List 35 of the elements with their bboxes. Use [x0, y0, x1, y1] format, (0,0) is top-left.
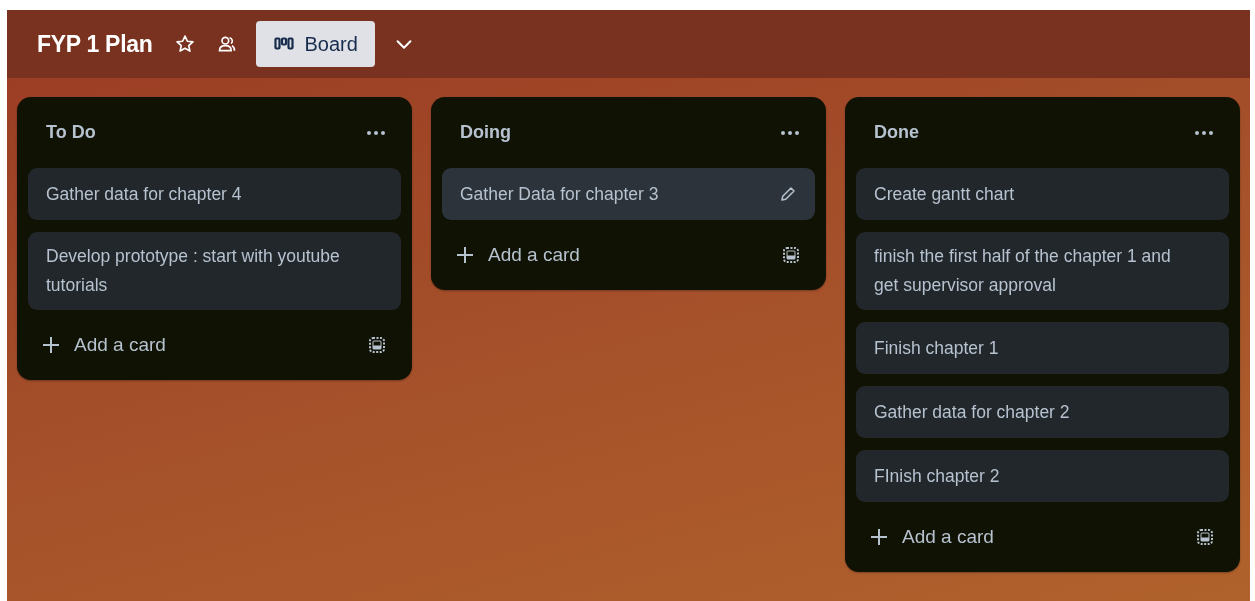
list-title[interactable]: Done: [874, 122, 919, 143]
card[interactable]: Gather data for chapter 2: [856, 386, 1229, 438]
add-card-button[interactable]: Add a card: [870, 526, 994, 548]
template-icon[interactable]: [1196, 528, 1214, 546]
board-view-button[interactable]: Board: [256, 21, 375, 67]
card-title: Finish chapter 1: [874, 336, 999, 360]
plus-icon: [870, 528, 888, 546]
card-title: Gather data for chapter 4: [46, 182, 242, 206]
more-icon[interactable]: [1194, 129, 1214, 136]
add-card-button[interactable]: Add a card: [456, 244, 580, 266]
card[interactable]: Gather Data for chapter 3: [442, 168, 815, 220]
board-icon: [274, 37, 295, 51]
card-title: finish the first half of the chapter 1 and get supervisor approval: [874, 245, 1172, 297]
template-icon[interactable]: [368, 336, 386, 354]
card[interactable]: FInish chapter 2: [856, 450, 1229, 502]
card-title: Create gantt chart: [874, 182, 1015, 206]
more-icon[interactable]: [780, 129, 800, 136]
card[interactable]: Create gantt chart: [856, 168, 1229, 220]
board-title[interactable]: FYP 1 Plan: [37, 30, 153, 58]
card-title: FInish chapter 2: [874, 464, 1000, 488]
plus-icon: [42, 336, 60, 354]
add-card-button[interactable]: Add a card: [42, 334, 166, 356]
list-title[interactable]: To Do: [46, 122, 96, 143]
card-title: Develop prototype : start with youtube tutorials: [46, 245, 341, 297]
list-title[interactable]: Doing: [460, 122, 511, 143]
more-icon[interactable]: [366, 129, 386, 136]
card[interactable]: Gather data for chapter 4: [28, 168, 401, 220]
pencil-icon[interactable]: [779, 185, 797, 203]
plus-icon: [456, 246, 474, 264]
card[interactable]: Develop prototype : start with youtube tutorials: [28, 232, 401, 310]
card-title: Gather Data for chapter 3: [460, 182, 659, 206]
card-title: Gather data for chapter 2: [874, 400, 1070, 424]
template-icon[interactable]: [782, 246, 800, 264]
card[interactable]: Finish chapter 1: [856, 322, 1229, 374]
card[interactable]: finish the first half of the chapter 1 and get supervisor approval: [856, 232, 1229, 310]
